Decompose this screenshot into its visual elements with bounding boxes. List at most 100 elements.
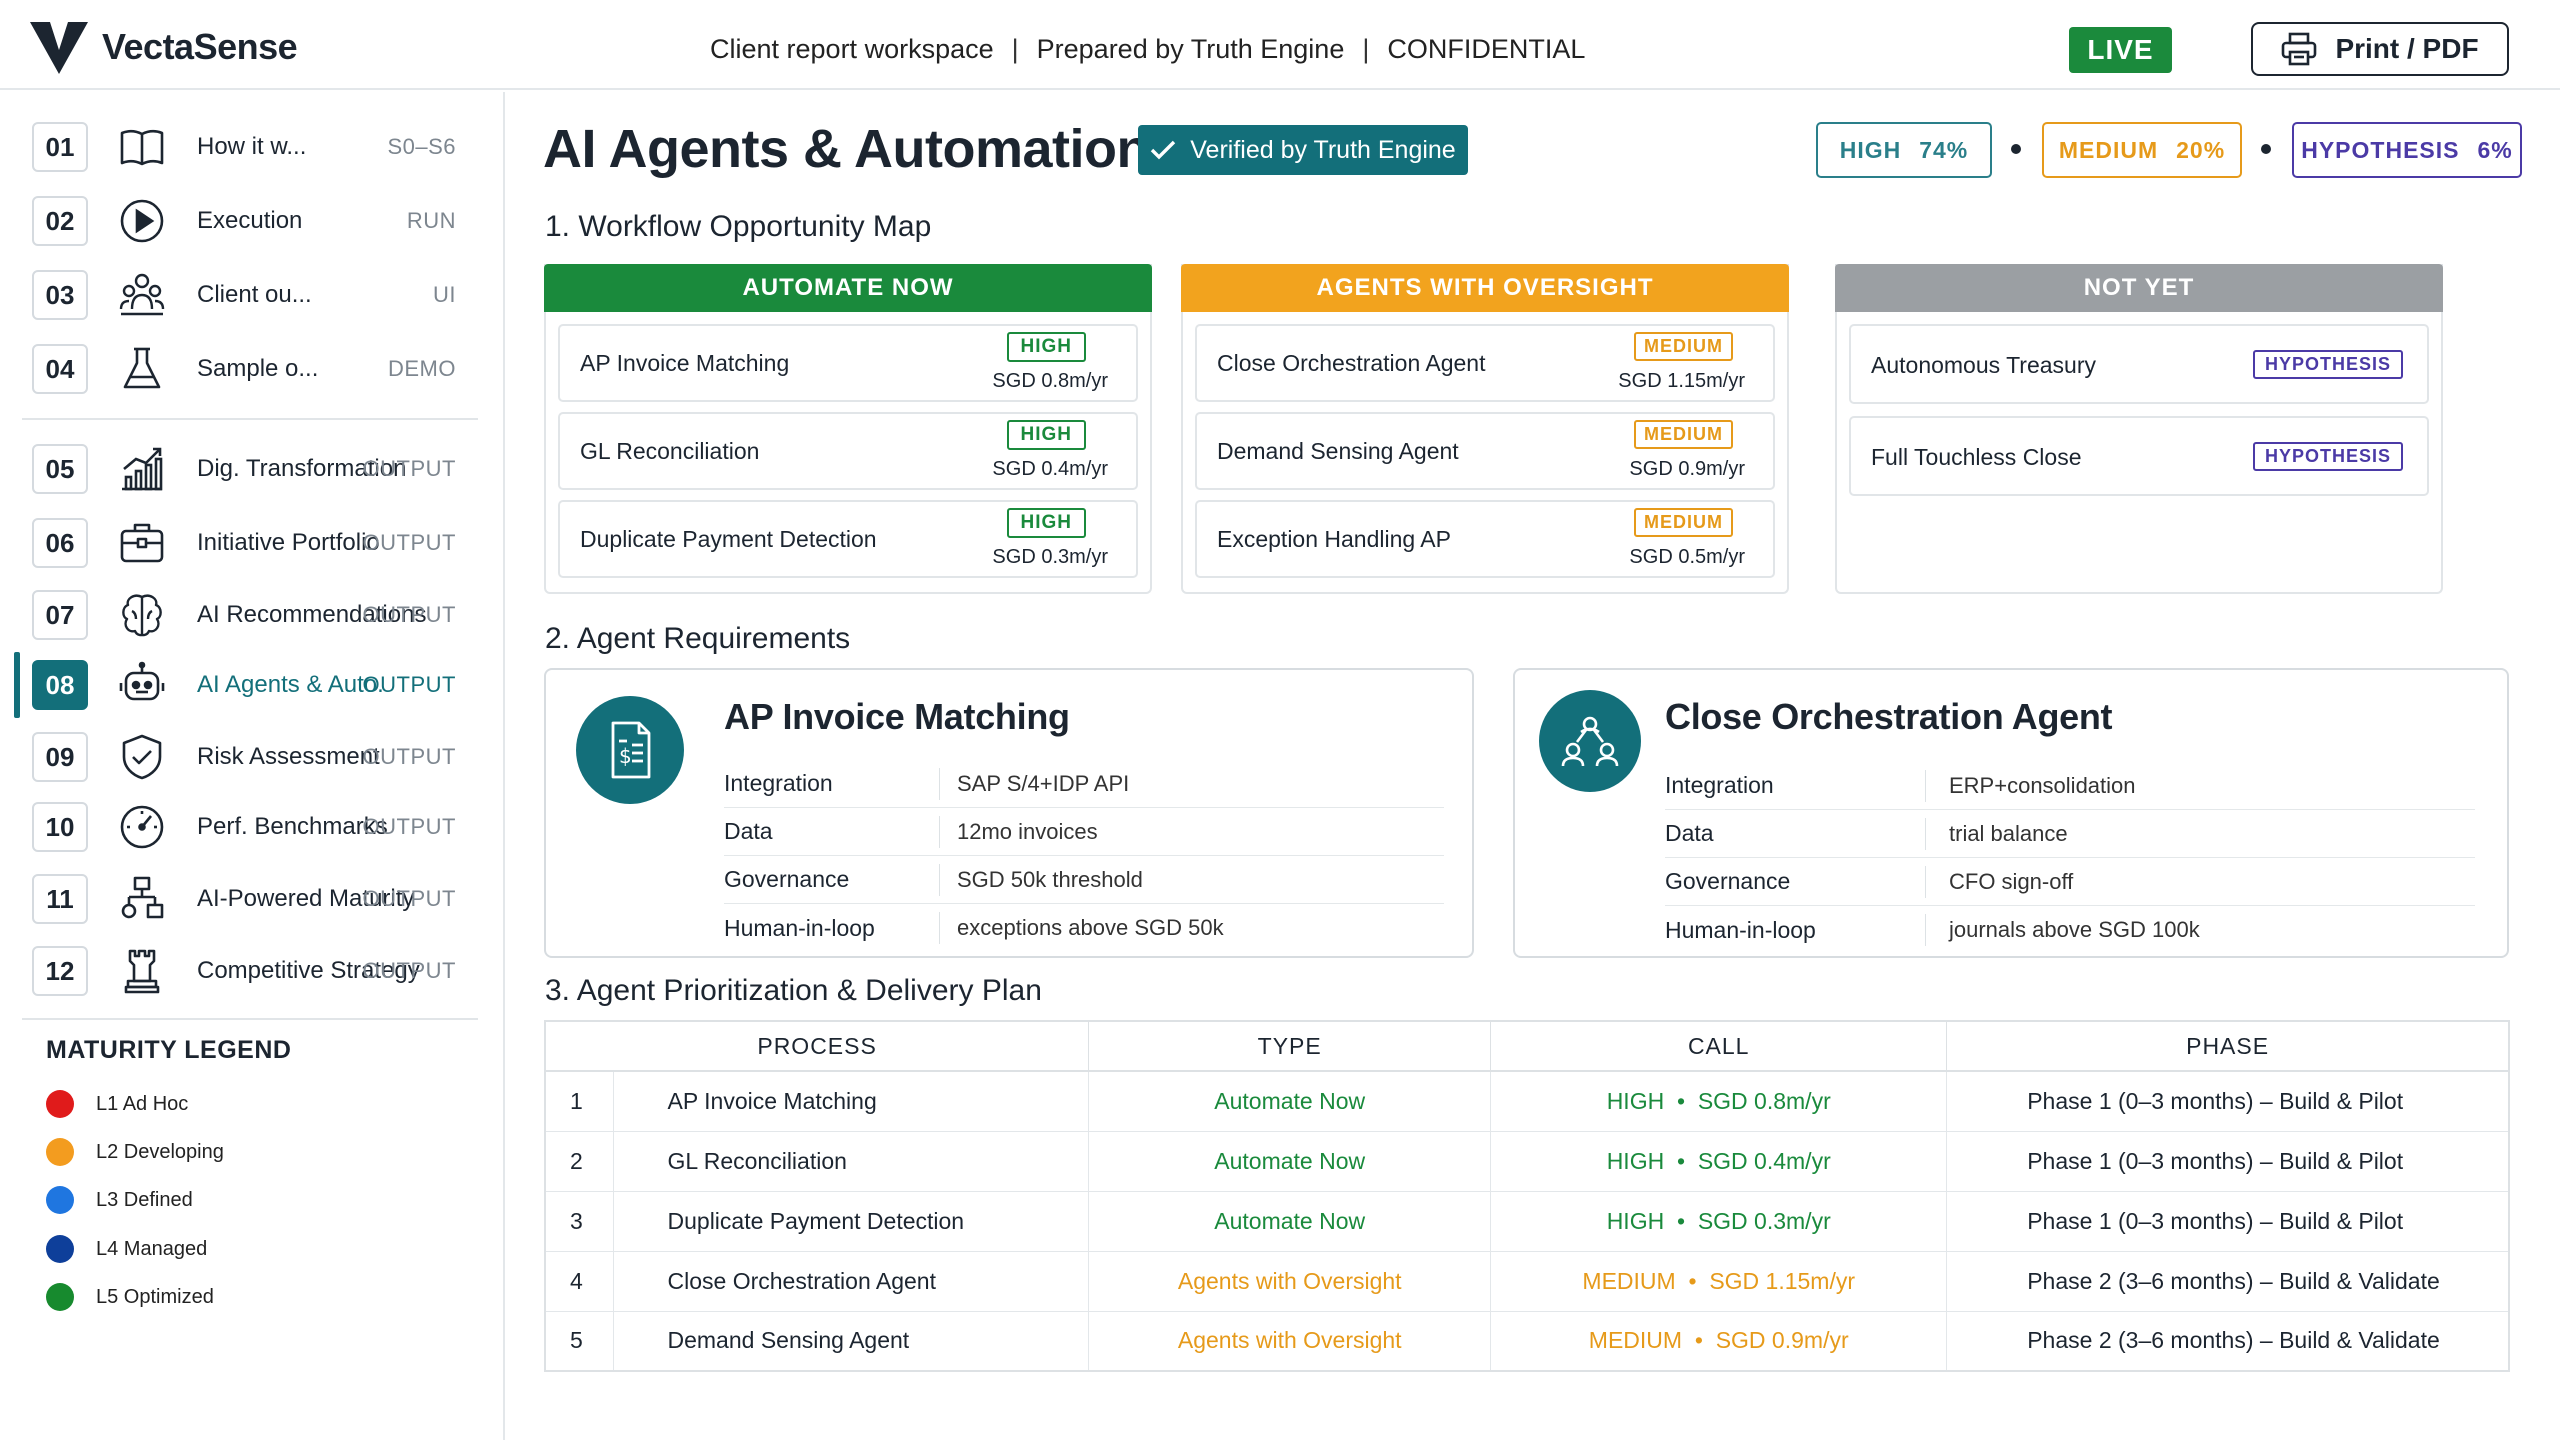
table-row[interactable]: 3 Duplicate Payment Detection Automate N… <box>545 1191 2509 1252</box>
table-row[interactable]: 5 Demand Sensing Agent Agents with Overs… <box>545 1311 2509 1371</box>
row-type: Agents with Oversight <box>1088 1251 1492 1312</box>
column-heading: AUTOMATE NOW <box>544 264 1152 312</box>
call-value: SGD 0.9m/yr <box>1715 1327 1849 1354</box>
sidebar-item-initiative-portfolio[interactable]: 06 Initiative Portfolio OUTPUT <box>0 510 480 576</box>
call-confidence: HIGH <box>1606 1207 1665 1234</box>
legend-dot <box>46 1235 74 1263</box>
legend-dot <box>46 1090 74 1118</box>
table-row[interactable]: 2 GL Reconciliation Automate Now HIGH • … <box>545 1131 2509 1192</box>
workflow-card[interactable]: AP Invoice Matching HIGH SGD 0.8m/yr <box>558 324 1138 402</box>
row-process: Duplicate Payment Detection <box>613 1191 1090 1252</box>
nav-number: 07 <box>32 590 88 640</box>
table-header-row: PROCESS TYPE CALL PHASE <box>545 1021 2509 1072</box>
sidebar-item-risk-assessment[interactable]: 09 Risk Assessment OUTPUT <box>0 724 480 790</box>
workflow-column-automate-now: AUTOMATE NOW AP Invoice Matching HIGH SG… <box>544 264 1152 594</box>
requirement-value: journals above SGD 100k <box>1949 917 2200 942</box>
nav-label: Client ou... <box>197 281 312 308</box>
sidebar: 01 How it w... S0–S6 02 Execution RUN 03… <box>0 92 505 1440</box>
row-process: AP Invoice Matching <box>613 1071 1090 1132</box>
sidebar-divider <box>22 1018 478 1020</box>
requirement-row: Data 12mo invoices <box>724 808 1444 856</box>
workflow-column-agents-with-oversight: AGENTS WITH OVERSIGHT Close Orchestratio… <box>1181 264 1789 594</box>
table-row[interactable]: 1 AP Invoice Matching Automate Now HIGH … <box>545 1071 2509 1132</box>
requirement-row: Governance CFO sign-off <box>1665 858 2475 906</box>
separator-dot <box>2011 144 2021 154</box>
workflow-card[interactable]: Duplicate Payment Detection HIGH SGD 0.3… <box>558 500 1138 578</box>
shield-icon <box>118 733 166 781</box>
printer-icon <box>2282 32 2317 66</box>
nav-tag: OUTPUT <box>362 886 456 911</box>
nav-tag: S0–S6 <box>387 134 456 159</box>
row-phase: Phase 1 (0–3 months) – Build & Pilot <box>1946 1071 2509 1132</box>
vectasense-logo-icon <box>30 22 88 74</box>
row-call: HIGH • SGD 0.8m/yr <box>1490 1071 1948 1132</box>
row-index: 1 <box>545 1071 614 1132</box>
sidebar-item-execution[interactable]: 02 Execution RUN <box>0 188 480 254</box>
robot-icon <box>118 661 166 709</box>
sidebar-item-sample-outputs[interactable]: 04 Sample o... DEMO <box>0 336 480 402</box>
workflow-card[interactable]: GL Reconciliation HIGH SGD 0.4m/yr <box>558 412 1138 490</box>
column-header-type: TYPE <box>1088 1021 1492 1072</box>
workflow-card[interactable]: Full Touchless Close HYPOTHESIS <box>1849 416 2429 496</box>
requirement-value: SGD 50k threshold <box>957 866 1143 892</box>
requirement-row: Data trial balance <box>1665 810 2475 858</box>
row-divider <box>939 912 940 944</box>
confidence-badge: HIGH <box>1006 508 1086 538</box>
call-confidence: MEDIUM <box>1588 1327 1683 1354</box>
call-value: SGD 0.3m/yr <box>1697 1207 1831 1234</box>
legend-label: L1 Ad Hoc <box>96 1092 189 1115</box>
row-phase: Phase 2 (3–6 months) – Build & Validate <box>2027 1327 2440 1354</box>
sidebar-item-client-outputs[interactable]: 03 Client ou... UI <box>0 262 480 328</box>
row-call: HIGH • SGD 0.3m/yr <box>1490 1191 1948 1252</box>
row-process: GL Reconciliation <box>613 1131 1090 1192</box>
separator-dot <box>2261 144 2271 154</box>
requirement-key: Data <box>724 818 773 844</box>
card-value: SGD 0.3m/yr <box>992 546 1108 568</box>
column-header-process: PROCESS <box>545 1021 1090 1072</box>
call-value: SGD 0.4m/yr <box>1697 1147 1831 1174</box>
table-row[interactable]: 4 Close Orchestration Agent Agents with … <box>545 1251 2509 1312</box>
print-pdf-button[interactable]: Print / PDF <box>2251 22 2509 76</box>
row-phase: Phase 2 (3–6 months) – Build & Validate <box>1946 1251 2509 1312</box>
legend-item-l2: L2 Developing <box>46 1136 224 1168</box>
sidebar-item-ai-recommendations[interactable]: 07 AI Recommendations OUTPUT <box>0 582 480 648</box>
workflow-card[interactable]: Close Orchestration Agent MEDIUM SGD 1.1… <box>1195 324 1775 402</box>
requirement-value: exceptions above SGD 50k <box>957 915 1224 940</box>
flask-icon <box>118 345 166 393</box>
legend-dot <box>46 1138 74 1166</box>
legend-label: L3 Defined <box>96 1188 193 1211</box>
verified-badge: Verified by Truth Engine <box>1138 125 1468 175</box>
sidebar-item-how-it-works[interactable]: 01 How it w... S0–S6 <box>0 114 480 180</box>
workflow-card[interactable]: Demand Sensing Agent MEDIUM SGD 0.9m/yr <box>1195 412 1775 490</box>
section-title-workflow: 1. Workflow Opportunity Map <box>545 210 932 243</box>
row-process: Demand Sensing Agent <box>613 1311 1090 1371</box>
nav-tag: UI <box>433 282 456 307</box>
requirement-row: Governance SGD 50k threshold <box>724 856 1444 904</box>
card-title: Exception Handling AP <box>1217 526 1451 552</box>
call-value: SGD 0.8m/yr <box>1697 1087 1831 1114</box>
row-index: 2 <box>545 1131 614 1192</box>
sidebar-item-dig-transformation[interactable]: 05 Dig. Transformation OUTPUT <box>0 436 480 502</box>
requirement-key: Human-in-loop <box>1665 916 1816 943</box>
workflow-card[interactable]: Autonomous Treasury HYPOTHESIS <box>1849 324 2429 404</box>
legend-item-l4: L4 Managed <box>46 1233 207 1265</box>
sidebar-item-perf-benchmarks[interactable]: 10 Perf. Benchmarks OUTPUT <box>0 794 480 860</box>
nav-label: Execution <box>197 207 303 234</box>
workflow-card[interactable]: Exception Handling AP MEDIUM SGD 0.5m/yr <box>1195 500 1775 578</box>
verified-label: Verified by Truth Engine <box>1190 135 1456 164</box>
row-type: Automate Now <box>1088 1191 1492 1252</box>
chess-rook-icon <box>118 947 166 995</box>
brand[interactable]: VectaSense <box>30 20 298 74</box>
card-title: Close Orchestration Agent <box>1217 350 1486 376</box>
brand-name: VectaSense <box>102 26 298 67</box>
sidebar-item-ai-powered-maturity[interactable]: 11 AI-Powered Maturity OUTPUT <box>0 866 480 932</box>
legend-label: L5 Optimized <box>96 1285 214 1308</box>
nav-label: AI Agents & Auto. <box>197 671 384 698</box>
card-value: SGD 0.5m/yr <box>1629 546 1745 568</box>
sidebar-item-competitive-strategy[interactable]: 12 Competitive Strategy OUTPUT <box>0 938 480 1004</box>
nav-number: 11 <box>32 874 88 924</box>
nav-tag: OUTPUT <box>362 958 456 983</box>
row-call: MEDIUM • SGD 1.15m/yr <box>1490 1251 1948 1312</box>
legend-item-l5: L5 Optimized <box>46 1281 214 1313</box>
sidebar-item-ai-agents[interactable]: 08 AI Agents & Auto. OUTPUT <box>0 652 480 718</box>
